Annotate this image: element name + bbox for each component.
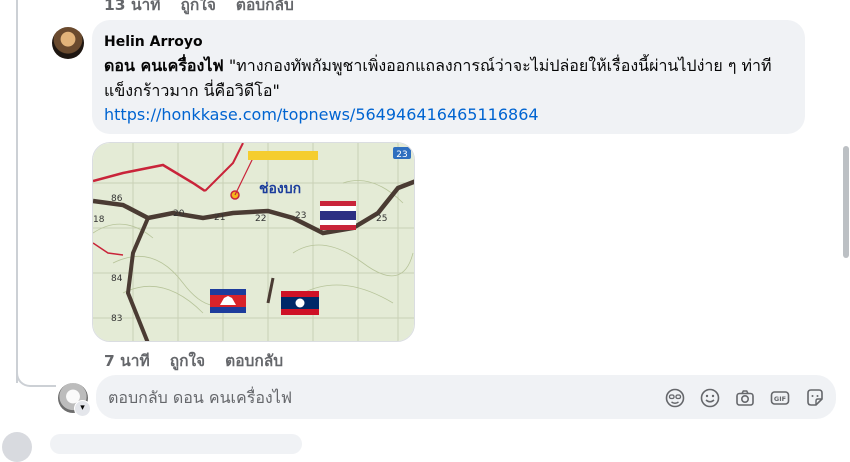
cambodia-flag-icon <box>210 289 246 313</box>
mention-link[interactable]: ดอน คนเครื่องไฟ <box>104 56 224 75</box>
map-grid-label: 84 <box>111 274 123 284</box>
previous-like-button[interactable]: ถูกใจ <box>180 0 215 17</box>
road-sign-label: 23 <box>396 150 407 160</box>
comment-time[interactable]: 7 นาที <box>104 348 150 373</box>
sticker-icon[interactable] <box>804 387 826 409</box>
thread-connector <box>16 365 56 387</box>
map-image-attachment[interactable]: 23 ช่องบก 86 18 20 21 22 23 25 84 83 <box>92 142 415 342</box>
comment-url-link[interactable]: https://honkkase.com/topnews/56494641646… <box>104 103 793 127</box>
map-grid-label: 23 <box>295 211 306 221</box>
chevron-down-icon[interactable]: ▾ <box>74 400 91 417</box>
scrollbar-thumb[interactable] <box>843 146 849 258</box>
commenter-avatar[interactable] <box>52 27 84 59</box>
laos-flag-icon <box>281 291 319 315</box>
previous-comment-actions: 13 นาที ถูกใจ ตอบกลับ <box>104 0 294 17</box>
map-grid-label: 83 <box>111 314 122 324</box>
gif-icon[interactable]: GIF <box>769 387 791 409</box>
previous-comment-time[interactable]: 13 นาที <box>104 0 160 17</box>
comment-actions: 7 นาที ถูกใจ ตอบกลับ <box>104 348 283 373</box>
comment-author[interactable]: Helin Arroyo <box>104 33 793 51</box>
map-grid-label: 20 <box>173 209 185 219</box>
map-grid-label: 18 <box>93 215 105 225</box>
emoji-icon[interactable] <box>699 387 721 409</box>
reply-input[interactable] <box>108 385 648 409</box>
map-grid-label: 25 <box>376 214 387 224</box>
comment-body: ดอน คนเครื่องไฟ "ทางกองทัพกัมพูชาเพิ่งออ… <box>104 53 793 103</box>
next-comment-bubble <box>50 434 302 454</box>
previous-reply-button[interactable]: ตอบกลับ <box>236 0 294 17</box>
map-grid-label: 21 <box>214 213 225 223</box>
like-button[interactable]: ถูกใจ <box>170 348 205 373</box>
comment-bubble: Helin Arroyo ดอน คนเครื่องไฟ "ทางกองทัพก… <box>92 20 805 134</box>
thailand-flag-icon <box>320 201 356 230</box>
reply-button[interactable]: ตอบกลับ <box>225 348 283 373</box>
svg-text:GIF: GIF <box>774 395 786 403</box>
avatar-sticker-icon[interactable] <box>664 387 686 409</box>
reply-composer: GIF <box>96 375 836 419</box>
map-image: 23 ช่องบก 86 18 20 21 22 23 25 84 83 <box>93 143 414 341</box>
thread-line <box>16 0 18 383</box>
map-grid-label: 22 <box>255 214 266 224</box>
camera-icon[interactable] <box>734 387 756 409</box>
next-comment-avatar[interactable] <box>2 432 32 462</box>
map-grid-label: 86 <box>111 194 123 204</box>
map-place-label: ช่องบก <box>259 181 301 197</box>
